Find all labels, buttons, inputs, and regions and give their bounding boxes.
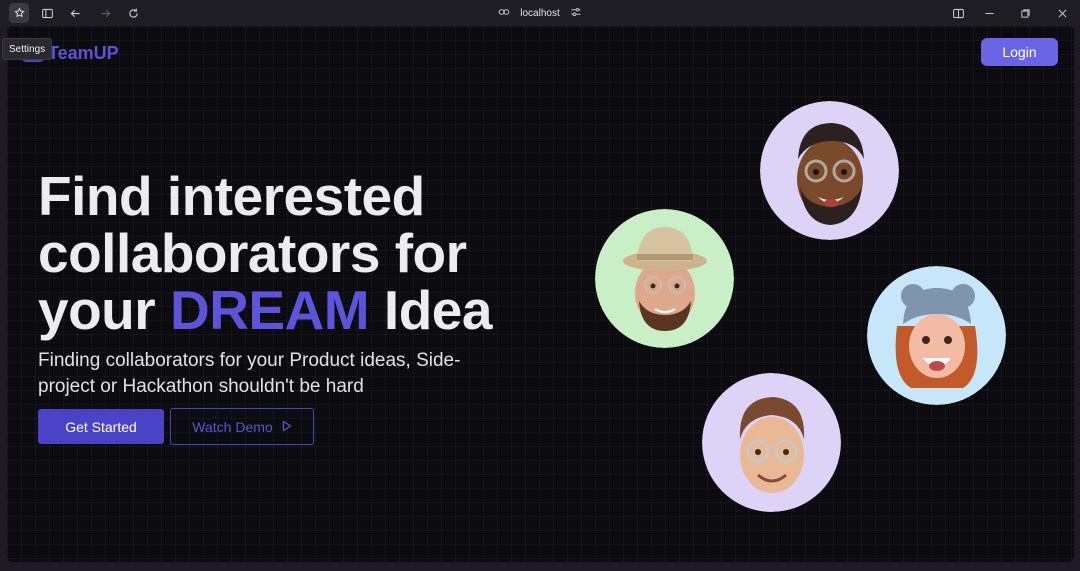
avatar-redhead-beanie <box>867 266 1006 405</box>
hero-title-line3-end: Idea <box>383 279 493 341</box>
split-view-icon[interactable] <box>948 3 968 23</box>
get-started-button[interactable]: Get Started <box>38 409 164 444</box>
page-viewport: TeamUP Login Find interested collaborato… <box>7 26 1074 562</box>
login-button[interactable]: Login <box>981 38 1058 66</box>
site-controls-icon[interactable] <box>570 6 582 21</box>
logo-text: TeamUP <box>48 42 119 63</box>
hero-title: Find interested collaborators for your D… <box>38 168 558 339</box>
play-icon <box>282 419 292 435</box>
restore-icon[interactable] <box>1015 3 1035 23</box>
back-arrow-icon[interactable] <box>65 3 85 23</box>
watch-demo-label: Watch Demo <box>192 418 273 435</box>
avatar-hat-beard <box>595 209 734 348</box>
hero-title-line1: Find interested <box>38 165 425 227</box>
avatar-glasses-smile <box>702 373 841 512</box>
watch-demo-button[interactable]: Watch Demo <box>170 408 314 445</box>
refresh-icon[interactable] <box>123 3 143 23</box>
sidebar-toggle-icon[interactable] <box>37 3 57 23</box>
forward-arrow-icon[interactable] <box>95 3 115 23</box>
window-bottom-edge <box>0 562 1080 571</box>
hero-title-line3-start: your <box>38 279 156 341</box>
address-bar[interactable]: localhost <box>0 0 1080 26</box>
link-icon <box>498 6 510 21</box>
avatar-bearded-glasses <box>760 101 899 240</box>
url-text[interactable]: localhost <box>520 8 559 19</box>
browser-toolbar: localhost <box>0 0 1080 26</box>
close-icon[interactable] <box>1052 3 1072 23</box>
hero-title-line2: collaborators for <box>38 222 467 284</box>
settings-icon[interactable] <box>9 3 29 23</box>
minimize-icon[interactable] <box>979 3 999 23</box>
hero-subtitle: Finding collaborators for your Product i… <box>38 350 461 397</box>
settings-tooltip: Settings <box>2 38 53 60</box>
hero-title-accent: DREAM <box>169 279 370 341</box>
